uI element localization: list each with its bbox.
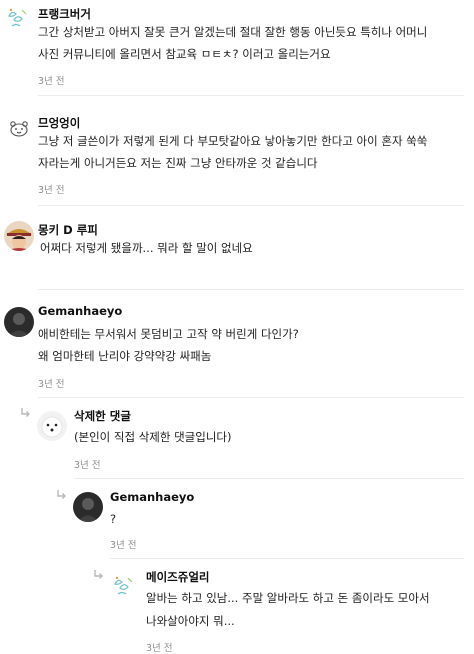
comment-author[interactable]: 므엉엉이 (38, 115, 80, 131)
avatar[interactable] (37, 411, 67, 441)
comment-text: 왜 엄마한테 난리야 강약약강 싸패놈 (38, 349, 212, 363)
avatar[interactable] (4, 221, 34, 251)
avatar[interactable] (4, 307, 34, 337)
comment-author: 삭제한 댓글 (74, 409, 131, 423)
divider (110, 558, 464, 559)
reply-arrow-icon (57, 490, 66, 499)
comment-author[interactable]: 프랭크버거 (38, 6, 91, 22)
comment-text: 나와살아야지 뭐... (146, 614, 235, 628)
divider (38, 95, 464, 96)
comment-text: 어쩌다 저렇게 됐을까... 뭐라 할 말이 없네요 (40, 241, 253, 255)
divider (38, 397, 464, 398)
avatar[interactable] (4, 113, 34, 143)
white-dog-icon (37, 411, 67, 441)
comment-text: ? (110, 512, 117, 526)
leaf-doodle-icon (8, 8, 27, 27)
comment-text: 그냥 저 글쓴이가 저렇게 된게 다 부모탓같아요 낳아놓기만 한다고 아이 혼… (38, 134, 428, 148)
leaf-doodle-icon (114, 576, 133, 595)
comment-author[interactable]: 몽키 D 루피 (38, 222, 98, 238)
dark-photo-icon (4, 307, 34, 337)
bear-doodle-icon (10, 121, 28, 137)
luffy-photo-icon (4, 221, 34, 251)
dark-photo-icon (73, 492, 103, 522)
comment-author[interactable]: Gemanhaeyo (38, 304, 122, 318)
comment-text: 그간 상처받고 아버지 잘못 큰거 알겠는데 절대 잘한 행동 아닌듯요 특히나… (38, 25, 428, 39)
comment-text: 사진 커뮤니티에 올리면서 참교육 ㅁㅌㅊ? 이러고 올리는거요 (38, 47, 331, 61)
divider (38, 205, 464, 206)
comment-text: 애비한테는 무서워서 못덤비고 고작 약 버린게 다인가? (38, 327, 299, 341)
comment-text: 알바는 하고 있남... 주말 알바라도 하고 돈 좀이라도 모아서 (146, 591, 430, 605)
avatar[interactable] (4, 4, 34, 34)
comment-author[interactable]: Gemanhaeyo (110, 490, 194, 504)
comment-text: 자라는게 아니거든요 저는 진짜 그냥 안타까운 것 같습니다 (38, 156, 318, 170)
comment-timestamp: 3년 전 (74, 460, 101, 471)
comment-text: (본인이 직접 삭제한 댓글입니다) (74, 430, 232, 444)
comment-timestamp: 3년 전 (110, 540, 137, 551)
comment-author[interactable]: 메이즈쥬얼리 (146, 569, 209, 585)
reply-arrow-icon (21, 408, 30, 417)
divider (38, 289, 464, 290)
divider (74, 478, 464, 479)
avatar[interactable] (73, 492, 103, 522)
comment-timestamp: 3년 전 (146, 643, 173, 654)
comment-timestamp: 3년 전 (38, 185, 65, 196)
reply-arrow-icon (94, 570, 103, 579)
comment-timestamp: 3년 전 (38, 379, 65, 390)
avatar[interactable] (110, 572, 140, 602)
comment-timestamp: 3년 전 (38, 76, 65, 87)
